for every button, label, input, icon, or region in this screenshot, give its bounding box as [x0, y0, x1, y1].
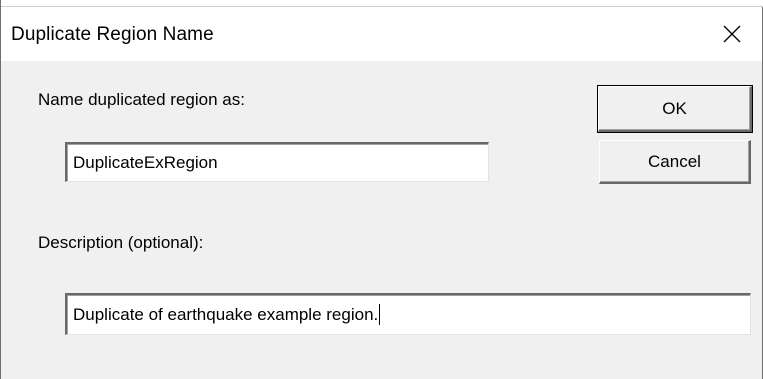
title-bar[interactable]: Duplicate Region Name	[1, 7, 762, 61]
description-label: Description (optional):	[38, 233, 204, 252]
close-icon	[723, 25, 741, 43]
dialog-title: Duplicate Region Name	[11, 24, 214, 45]
cancel-button[interactable]: Cancel	[599, 140, 751, 184]
ok-button[interactable]: OK	[597, 85, 753, 133]
text-caret	[379, 304, 381, 325]
region-name-label: Name duplicated region as:	[38, 90, 245, 109]
close-button[interactable]	[702, 7, 762, 61]
description-value: Duplicate of earthquake example region.	[73, 304, 379, 324]
duplicate-region-dialog: Duplicate Region Name Name duplicated re…	[0, 0, 763, 379]
region-name-input[interactable]: DuplicateExRegion	[65, 142, 489, 182]
region-name-value: DuplicateExRegion	[73, 152, 218, 172]
cancel-button-label: Cancel	[648, 151, 701, 171]
description-input[interactable]: Duplicate of earthquake example region.	[65, 293, 751, 335]
window-top-edge	[1, 0, 763, 7]
ok-button-label: OK	[662, 98, 687, 118]
